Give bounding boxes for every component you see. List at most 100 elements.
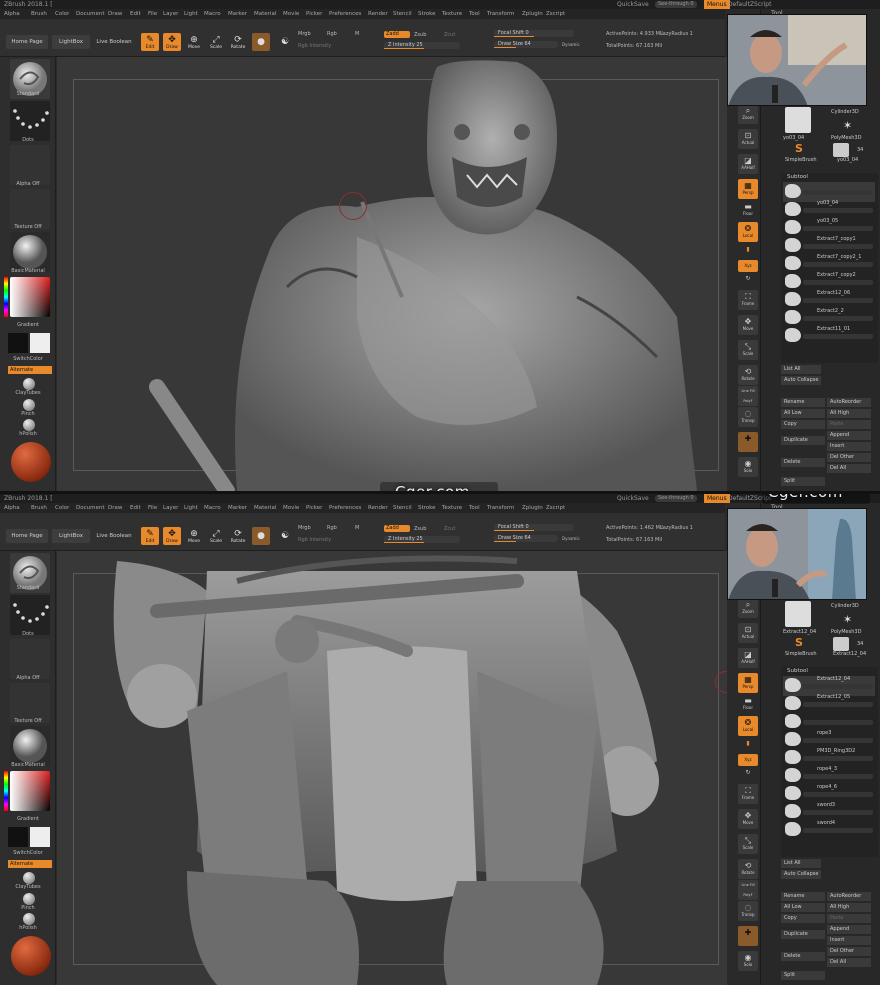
- lazy-radius-slider[interactable]: LazyRadius 1: [660, 525, 693, 531]
- xyz-button[interactable]: Xyz: [738, 260, 758, 272]
- hpolish-brush-icon[interactable]: [23, 419, 35, 431]
- rgb-intensity-slider[interactable]: Rgb Intensity: [298, 43, 331, 49]
- menu-file[interactable]: File: [148, 503, 157, 513]
- switch-color-button[interactable]: SwitchColor: [0, 356, 56, 362]
- menu-texture[interactable]: Texture: [442, 503, 462, 513]
- subtool-toggles[interactable]: [803, 828, 873, 833]
- menus-button[interactable]: Menus: [704, 0, 730, 9]
- home-page-button[interactable]: Home Page: [6, 35, 48, 49]
- texture-swatch[interactable]: [10, 189, 50, 229]
- see-through-slider[interactable]: See-through 0: [655, 1, 697, 8]
- lightbox-button[interactable]: LightBox: [52, 35, 90, 49]
- menu-preferences[interactable]: Preferences: [329, 503, 361, 513]
- menu-zscript[interactable]: Zscript: [546, 503, 565, 513]
- stroke-swatch[interactable]: [10, 101, 50, 141]
- subtool-row[interactable]: Extract11_01: [783, 326, 875, 346]
- rgb-intensity-slider[interactable]: Rgb Intensity: [298, 537, 331, 543]
- color-mode-toggle[interactable]: ☯: [276, 527, 294, 545]
- material-swatch[interactable]: [10, 232, 50, 272]
- rotate-mode-button[interactable]: ⟳ Rotate: [229, 527, 247, 545]
- alternate-button[interactable]: Alternate: [8, 366, 52, 374]
- menu-document[interactable]: Document: [76, 9, 105, 19]
- claytubes-brush-icon[interactable]: [23, 378, 35, 390]
- subtool-toggles[interactable]: [803, 298, 873, 303]
- menu-draw[interactable]: Draw: [108, 9, 122, 19]
- menu-light[interactable]: Light: [184, 9, 198, 19]
- quicksave-button[interactable]: QuickSave: [617, 494, 649, 503]
- zsub-button[interactable]: Zsub: [414, 32, 426, 38]
- menu-layer[interactable]: Layer: [163, 503, 178, 513]
- menu-stencil[interactable]: Stencil: [393, 503, 412, 513]
- auto-collapse-button[interactable]: Auto Collapse: [781, 376, 821, 385]
- cylinder3d-label[interactable]: Cylinder3D: [831, 109, 859, 115]
- subtool-toggles[interactable]: [803, 774, 873, 779]
- cylinder3d-label[interactable]: Cylinder3D: [831, 603, 859, 609]
- subtool-row[interactable]: [783, 712, 875, 732]
- all-high-button[interactable]: All High: [827, 903, 871, 912]
- subtool-toggles[interactable]: [803, 244, 873, 249]
- alpha-swatch[interactable]: [10, 145, 50, 185]
- polymesh-star-icon[interactable]: ✶: [843, 613, 852, 626]
- append-button[interactable]: Append: [827, 925, 871, 934]
- rotate-view-button[interactable]: ⟲ Rotate: [738, 859, 758, 879]
- home-page-button[interactable]: Home Page: [6, 529, 48, 543]
- hue-strip[interactable]: [4, 771, 8, 811]
- subtool-toggles[interactable]: [803, 226, 873, 231]
- menu-material[interactable]: Material: [254, 9, 276, 19]
- subtool-row[interactable]: Extract12_04: [783, 676, 875, 696]
- polymesh-star-icon[interactable]: ✶: [843, 119, 852, 132]
- hpolish-brush-icon[interactable]: [23, 913, 35, 925]
- menu-layer[interactable]: Layer: [163, 9, 178, 19]
- split-button[interactable]: Split: [781, 477, 825, 486]
- draw-mode-button[interactable]: ✥ Draw: [163, 527, 181, 545]
- edit-mode-button[interactable]: ✎ Edit: [141, 527, 159, 545]
- ghost-button[interactable]: ✚: [738, 926, 758, 946]
- menu-transform[interactable]: Transform: [487, 9, 514, 19]
- menu-brush[interactable]: Brush: [31, 503, 47, 513]
- subtool-row[interactable]: rope4_3: [783, 766, 875, 786]
- menu-brush[interactable]: Brush: [31, 9, 47, 19]
- focal-shift-slider[interactable]: Focal Shift 0: [494, 30, 574, 37]
- material-ball[interactable]: [11, 936, 51, 976]
- line-fill-button[interactable]: Line Fill PolyF: [738, 880, 758, 900]
- menu-marker[interactable]: Marker: [228, 9, 247, 19]
- secondary-color-swatch[interactable]: [30, 333, 50, 353]
- aahalf-button[interactable]: ◪ AAHalf: [738, 648, 758, 668]
- draw-mode-button[interactable]: ✥ Draw: [163, 33, 181, 51]
- paste-button[interactable]: Paste: [827, 914, 871, 923]
- scale-view-button[interactable]: ⤡ Scale: [738, 340, 758, 360]
- move-view-button[interactable]: ✥ Move: [738, 809, 758, 829]
- stroke-swatch[interactable]: [10, 595, 50, 635]
- scale-view-button[interactable]: ⤡ Scale: [738, 834, 758, 854]
- subtool-toggles[interactable]: [803, 684, 873, 689]
- subtool-row[interactable]: yo03_05: [783, 218, 875, 238]
- switch-color-button[interactable]: SwitchColor: [0, 850, 56, 856]
- material-swatch-button[interactable]: ●: [252, 527, 270, 545]
- persp-button[interactable]: ▦ Persp: [738, 179, 758, 199]
- copy-button[interactable]: Copy: [781, 420, 825, 429]
- autoreorder-button[interactable]: AutoReorder: [827, 892, 871, 901]
- line-fill-button[interactable]: Line Fill PolyF: [738, 386, 758, 406]
- subtool-toggles[interactable]: [803, 262, 873, 267]
- subtool-toggles[interactable]: [803, 208, 873, 213]
- insert-button[interactable]: Insert: [827, 936, 871, 945]
- frame-button[interactable]: ⛶ Frame: [738, 290, 758, 310]
- subtool-row[interactable]: rope3: [783, 730, 875, 750]
- menu-picker[interactable]: Picker: [306, 503, 322, 513]
- zadd-button[interactable]: Zadd: [384, 31, 410, 38]
- ghost-button[interactable]: ✚: [738, 432, 758, 452]
- draw-size-slider[interactable]: Draw Size 64: [494, 535, 558, 542]
- subtool-row[interactable]: Extract7_copy2: [783, 272, 875, 292]
- subtool-header[interactable]: Subtool: [787, 668, 808, 674]
- canvas-viewport[interactable]: [57, 551, 727, 985]
- floor-button[interactable]: ▬ Floor: [738, 694, 758, 714]
- menu-stroke[interactable]: Stroke: [418, 9, 436, 19]
- alpha-swatch[interactable]: [10, 639, 50, 679]
- dynamic-button[interactable]: Dynamic: [562, 536, 580, 541]
- subtool-row[interactable]: [783, 182, 875, 202]
- menu-picker[interactable]: Picker: [306, 9, 322, 19]
- texture-swatch[interactable]: [10, 683, 50, 723]
- subtool-row[interactable]: PM3D_Ring3D2: [783, 748, 875, 768]
- rotate-axis-button[interactable]: ↻: [738, 768, 758, 780]
- rename-button[interactable]: Rename: [781, 398, 825, 407]
